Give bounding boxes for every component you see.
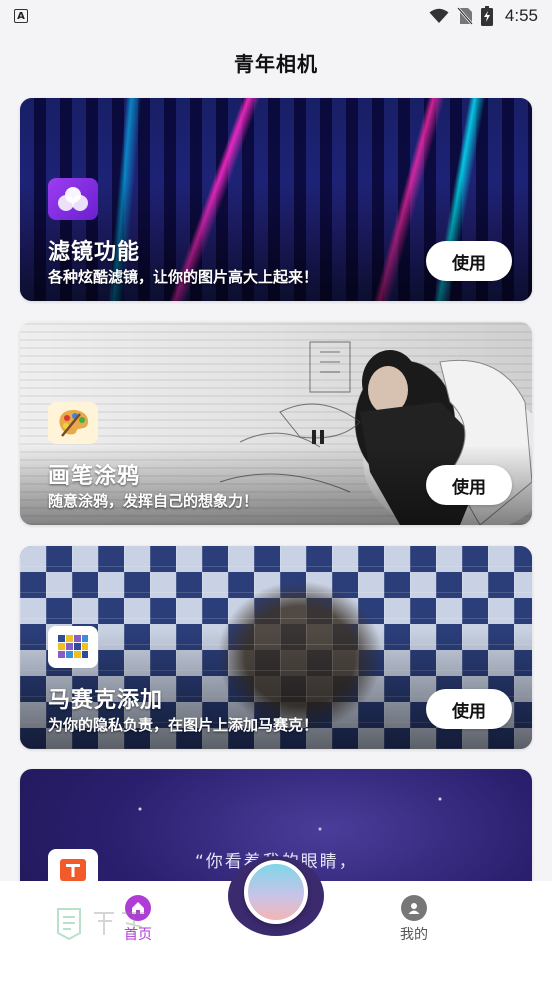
status-time: 4:55 xyxy=(504,6,538,25)
no-sim-icon xyxy=(456,7,473,25)
nav-mine[interactable]: 我的 xyxy=(384,895,444,944)
filter-feature-card[interactable]: 滤镜功能 各种炫酷滤镜，让你的图片高大上起来！ 使用 xyxy=(20,98,532,301)
filter-circles-icon xyxy=(48,178,98,220)
wifi-icon xyxy=(429,8,449,23)
use-mosaic-button[interactable]: 使用 xyxy=(426,689,512,729)
card-subtitle: 随意涂鸦，发挥自己的想象力！ xyxy=(48,492,259,510)
palette-icon xyxy=(48,402,98,444)
nav-mine-label: 我的 xyxy=(400,927,428,943)
status-bar: A 4:55 xyxy=(0,0,552,32)
doodle-feature-card[interactable]: 画笔涂鸦 随意涂鸦，发挥自己的想象力！ 使用 xyxy=(20,322,532,525)
card-title: 马赛克添加 xyxy=(48,688,164,713)
camera-shutter-icon[interactable] xyxy=(244,860,308,924)
page-title: 青年相机 xyxy=(234,52,318,76)
mosaic-grid-icon xyxy=(48,626,98,668)
battery-icon xyxy=(480,6,493,26)
card-title: 滤镜功能 xyxy=(48,240,141,265)
card-subtitle: 为你的隐私负责，在图片上添加马赛克！ xyxy=(48,716,319,734)
watermark-logo xyxy=(54,905,164,941)
profile-icon xyxy=(401,895,427,921)
use-doodle-button[interactable]: 使用 xyxy=(426,465,512,505)
card-title: 画笔涂鸦 xyxy=(48,464,141,489)
mosaic-feature-card[interactable]: 马赛克添加 为你的隐私负责，在图片上添加马赛克！ 使用 xyxy=(20,546,532,749)
use-filter-button[interactable]: 使用 xyxy=(426,241,512,281)
card-subtitle: 各种炫酷滤镜，让你的图片高大上起来！ xyxy=(48,268,319,286)
a-notification-icon: A xyxy=(14,9,28,23)
